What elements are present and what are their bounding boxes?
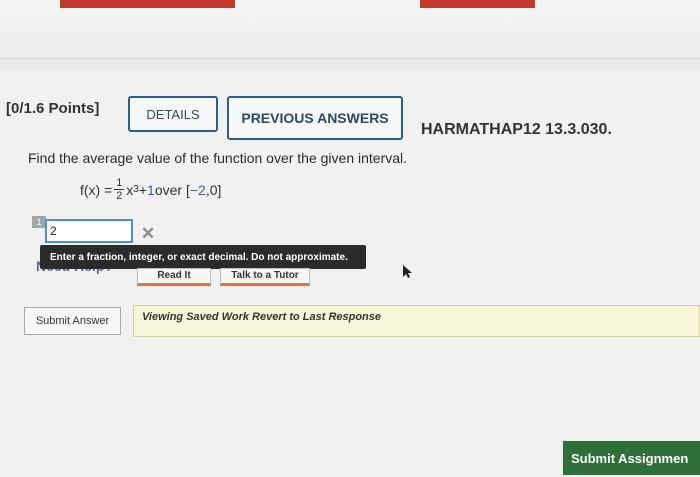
read-it-button[interactable]: Read It (137, 268, 211, 286)
saved-work-notice: Viewing Saved Work Revert to Last Respon… (133, 305, 700, 337)
plus-sign: + (138, 181, 148, 198)
question-prompt: Find the average value of the function o… (28, 150, 408, 166)
top-strip (0, 0, 700, 59)
top-tab-left[interactable] (60, 0, 235, 8)
submit-assignment-button[interactable]: Submit Assignmen (563, 441, 700, 475)
interval-close: ] (217, 181, 222, 198)
answer-number-badge: 1 (32, 216, 46, 228)
function-label: f(x) = (80, 181, 113, 198)
fraction-denominator: 2 (116, 190, 123, 202)
top-tab-right[interactable] (420, 0, 535, 8)
points-label: [0/1.6 Points] (6, 100, 100, 117)
variable-x: x (126, 181, 134, 198)
answer-input[interactable]: 2 (45, 219, 133, 243)
details-button[interactable]: DETAILS (128, 96, 218, 132)
constant-term: 1 (147, 181, 155, 198)
incorrect-icon: ✕ (141, 224, 156, 243)
question-reference: HARMATHAP12 13.3.030. (421, 121, 612, 138)
fraction: 1 2 (114, 177, 125, 202)
interval-start: −2 (189, 181, 206, 198)
previous-answers-button[interactable]: PREVIOUS ANSWERS (227, 96, 403, 140)
talk-to-tutor-button[interactable]: Talk to a Tutor (220, 268, 310, 286)
over-text: over [ (154, 181, 190, 198)
interval-end: 0 (209, 181, 218, 198)
function-formula: f(x) = 1 2 x 3 + 1 over [ −2 , 0 ] (80, 177, 221, 202)
answer-hint-tooltip: Enter a fraction, integer, or exact deci… (40, 245, 366, 269)
submit-answer-button[interactable]: Submit Answer (24, 307, 121, 335)
mouse-cursor-icon (403, 265, 412, 278)
fraction-numerator: 1 (116, 177, 123, 189)
